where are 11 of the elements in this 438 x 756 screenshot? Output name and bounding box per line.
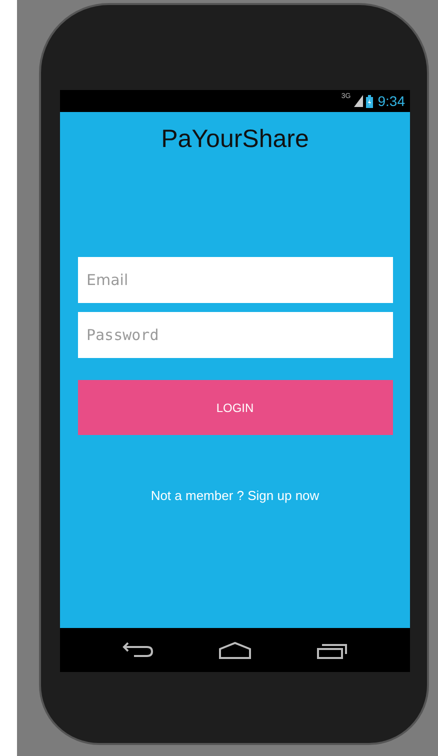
battery-icon [366, 94, 373, 108]
login-button[interactable]: LOGIN [78, 380, 392, 435]
app-title: PaYourShare [161, 124, 309, 154]
recent-apps-icon[interactable] [316, 641, 348, 659]
signup-link[interactable]: Not a member ? Sign up now [150, 486, 320, 506]
email-field[interactable]: Email [78, 257, 392, 303]
home-icon[interactable] [218, 641, 252, 659]
clock: 9:34 [378, 94, 405, 108]
password-field[interactable]: Password [78, 312, 392, 358]
signal-icon [354, 95, 363, 107]
back-icon[interactable] [122, 641, 154, 659]
